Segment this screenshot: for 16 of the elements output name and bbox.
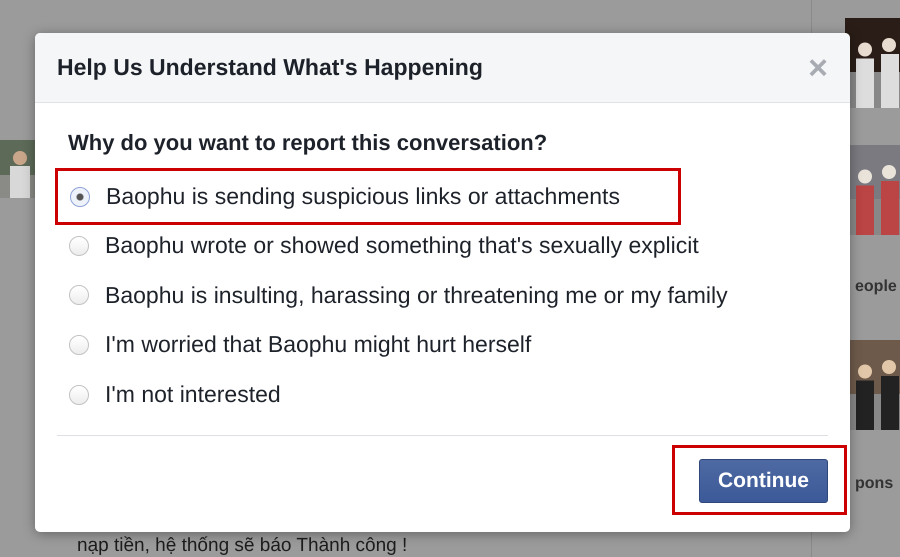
radio-option[interactable]: I'm not interested bbox=[57, 370, 828, 420]
post-text: nạp tiền, hệ thống sẽ báo Thành công ! bbox=[77, 534, 408, 557]
radio-option[interactable]: Baophu wrote or showed something that's sexually explicit bbox=[57, 221, 828, 271]
radio-button[interactable] bbox=[69, 285, 89, 306]
section-heading: pons bbox=[855, 475, 894, 493]
radio-button[interactable] bbox=[69, 384, 89, 405]
dialog-title: Help Us Understand What's Happening bbox=[57, 54, 483, 81]
radio-option[interactable]: Baophu is insulting, harassing or threatening me or my family bbox=[57, 270, 828, 320]
question-text: Why do you want to report this conversation? bbox=[68, 130, 548, 156]
radio-button[interactable] bbox=[70, 186, 90, 206]
radio-button[interactable] bbox=[69, 334, 89, 355]
continue-button[interactable]: Continue bbox=[699, 459, 828, 504]
section-heading: eople bbox=[855, 278, 897, 296]
radio-option[interactable]: Baophu is sending suspicious links or attachments bbox=[58, 172, 620, 222]
radio-option[interactable]: I'm worried that Baophu might hurt herself bbox=[57, 320, 828, 370]
radio-button[interactable] bbox=[69, 236, 89, 256]
